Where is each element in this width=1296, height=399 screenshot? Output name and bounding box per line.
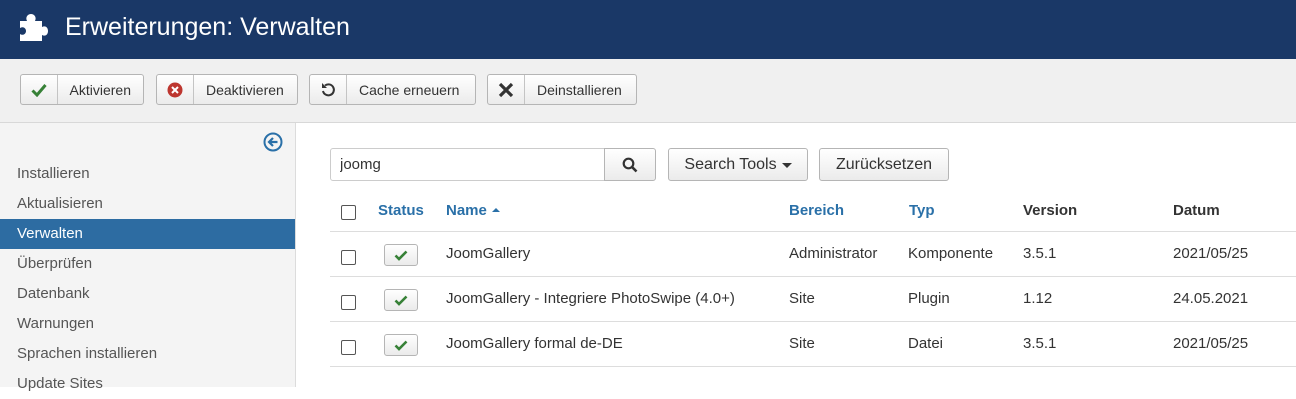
sidebar-item-install[interactable]: Installieren <box>0 159 295 189</box>
page-header: Erweiterungen: Verwalten <box>0 0 1296 59</box>
row-divider <box>330 366 1296 367</box>
sidebar-item-install-languages[interactable]: Sprachen installieren <box>0 339 295 369</box>
uninstall-button[interactable]: Deinstallieren <box>487 74 637 105</box>
puzzle-icon <box>20 14 48 41</box>
search-button[interactable] <box>604 148 656 181</box>
column-header-version: Version <box>1023 202 1078 219</box>
sidebar: Installieren Aktualisieren Verwalten Übe… <box>0 123 296 392</box>
activate-button[interactable]: Aktivieren <box>20 74 144 105</box>
column-header-bereich[interactable]: Bereich <box>789 201 844 221</box>
check-icon <box>21 75 58 104</box>
sidebar-item-update-sites[interactable]: Update Sites <box>0 369 295 399</box>
row-divider <box>330 321 1296 322</box>
search-tools-button[interactable]: Search Tools <box>668 148 808 181</box>
search-icon <box>622 157 638 172</box>
row-datum: 24.05.2021 <box>1173 290 1249 307</box>
sidebar-item-warnings[interactable]: Warnungen <box>0 309 295 339</box>
column-header-status[interactable]: Status <box>378 201 424 221</box>
refresh-icon <box>310 75 347 104</box>
search-input[interactable] <box>330 148 605 181</box>
row-version: 3.5.1 <box>1023 335 1057 352</box>
row-typ: Plugin <box>908 290 950 307</box>
row-bereich: Site <box>789 335 815 352</box>
check-icon <box>394 340 408 351</box>
column-header-typ[interactable]: Typ <box>909 201 935 221</box>
row-bereich: Site <box>789 290 815 307</box>
collapse-sidebar-icon[interactable] <box>263 132 283 152</box>
status-toggle[interactable] <box>384 334 418 356</box>
refresh-cache-label: Cache erneuern <box>359 81 460 98</box>
sort-ascending-icon <box>491 208 500 212</box>
row-checkbox[interactable] <box>341 340 356 355</box>
row-datum: 2021/05/25 <box>1173 335 1249 352</box>
row-typ: Komponente <box>908 245 994 262</box>
row-checkbox[interactable] <box>341 295 356 310</box>
row-divider <box>330 231 1296 232</box>
sidebar-item-update[interactable]: Aktualisieren <box>0 189 295 219</box>
status-toggle[interactable] <box>384 289 418 311</box>
row-version: 3.5.1 <box>1023 245 1057 262</box>
row-checkbox[interactable] <box>341 250 356 265</box>
column-header-name-label: Name <box>446 202 487 219</box>
caret-down-icon <box>781 163 792 168</box>
toolbar: Aktivieren Deaktivieren Cache erneuern D… <box>0 59 1296 123</box>
select-all-checkbox[interactable] <box>341 205 356 220</box>
sidebar-item-manage[interactable]: Verwalten <box>0 219 295 249</box>
row-bereich: Administrator <box>789 245 878 262</box>
uninstall-label: Deinstallieren <box>537 81 622 98</box>
row-name: JoomGallery - Integriere PhotoSwipe (4.0… <box>446 290 735 307</box>
deactivate-label: Deaktivieren <box>206 81 284 98</box>
deactivate-button[interactable]: Deaktivieren <box>156 74 298 105</box>
page-title: Erweiterungen: Verwalten <box>65 13 350 41</box>
column-header-name[interactable]: Name <box>446 201 500 221</box>
row-name: JoomGallery <box>446 245 531 262</box>
search-tools-label: Search Tools <box>684 155 777 173</box>
reset-label: Zurücksetzen <box>835 155 933 173</box>
status-toggle[interactable] <box>384 244 418 266</box>
activate-label: Aktivieren <box>69 81 131 98</box>
reset-button[interactable]: Zurücksetzen <box>819 148 949 181</box>
uninstall-icon <box>488 75 525 104</box>
check-icon <box>394 295 408 306</box>
refresh-cache-button[interactable]: Cache erneuern <box>309 74 476 105</box>
row-divider <box>330 276 1296 277</box>
check-icon <box>394 250 408 261</box>
row-datum: 2021/05/25 <box>1173 245 1249 262</box>
disable-icon <box>157 75 194 104</box>
sidebar-item-discover[interactable]: Überprüfen <box>0 249 295 279</box>
row-typ: Datei <box>908 335 944 352</box>
sidebar-item-database[interactable]: Datenbank <box>0 279 295 309</box>
column-header-datum: Datum <box>1173 202 1220 219</box>
row-name: JoomGallery formal de-DE <box>446 335 623 352</box>
row-version: 1.12 <box>1023 290 1053 307</box>
